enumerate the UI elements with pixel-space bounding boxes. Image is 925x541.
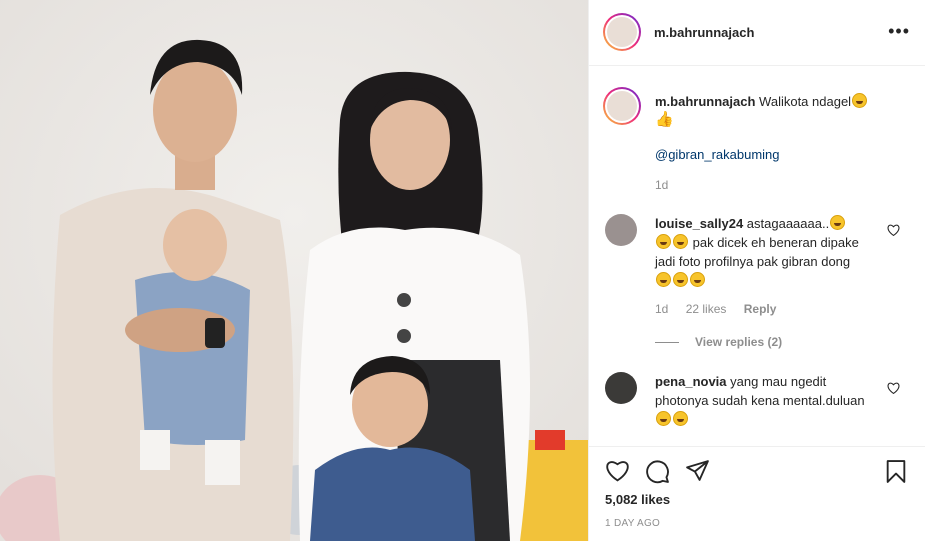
comment-icon[interactable] [645,459,670,484]
comment-text: pena_novia yang mau ngedit photonya suda… [655,372,870,429]
bookmark-icon[interactable] [885,459,907,484]
heart-icon[interactable] [605,459,630,482]
caption-username[interactable]: m.bahrunnajach [655,94,755,109]
post-header: m.bahrunnajach ••• [589,0,925,66]
author-avatar[interactable] [603,13,641,51]
caption-timestamp[interactable]: 1d [655,178,668,192]
rofl-emoji [690,272,705,287]
post-timestamp[interactable]: 1 DAY AGO [605,518,660,529]
view-replies-button[interactable]: View replies (2) [655,335,782,349]
comment-reply-button[interactable]: Reply [744,302,777,316]
post-actions: 5,082 likes 1 DAY AGO [589,446,925,541]
tears-of-joy-emoji [673,411,688,426]
rofl-emoji [673,234,688,249]
rofl-emoji [830,215,846,230]
tears-of-joy-emoji [656,411,671,426]
rofl-emoji [656,234,671,249]
comment-likes-count[interactable]: 22 likes [686,302,727,316]
grinning-sweat-emoji [852,93,868,108]
commenter-avatar[interactable] [605,372,637,404]
comment-timestamp[interactable]: 1d [655,302,668,316]
commenter-avatar[interactable] [605,214,637,246]
caption-author-avatar[interactable] [603,87,641,125]
thumbs-up-emoji: 👍 [655,111,674,128]
commenter-username[interactable]: pena_novia [655,374,727,389]
caption-mention-link[interactable]: @gibran_rakabuming [655,147,780,162]
comment-meta: 1d 22 likes Reply [655,302,790,316]
share-icon[interactable] [685,459,710,482]
rofl-emoji [656,272,671,287]
post-details-panel: m.bahrunnajach ••• m.bahrunnajach Waliko… [588,0,925,541]
rofl-emoji [673,272,688,287]
author-username[interactable]: m.bahrunnajach [654,25,754,40]
comment-body-part1: astagaaaaaa.. [746,216,830,231]
caption-text-block: m.bahrunnajach Walikota ndagel 👍 [655,93,905,129]
family-photo-illustration [0,0,588,541]
comment-like-heart-icon[interactable] [887,224,900,236]
more-options-icon[interactable]: ••• [888,22,910,40]
caption-body: Walikota ndagel [759,94,852,109]
post-likes-count[interactable]: 5,082 likes [605,492,670,507]
post-photo[interactable] [0,0,588,541]
view-replies-label: View replies (2) [695,335,783,349]
commenter-username[interactable]: louise_sally24 [655,216,743,231]
comment-like-heart-icon[interactable] [887,382,900,394]
comment-text: louise_sally24 astagaaaaaa.. pak dicek e… [655,214,870,290]
